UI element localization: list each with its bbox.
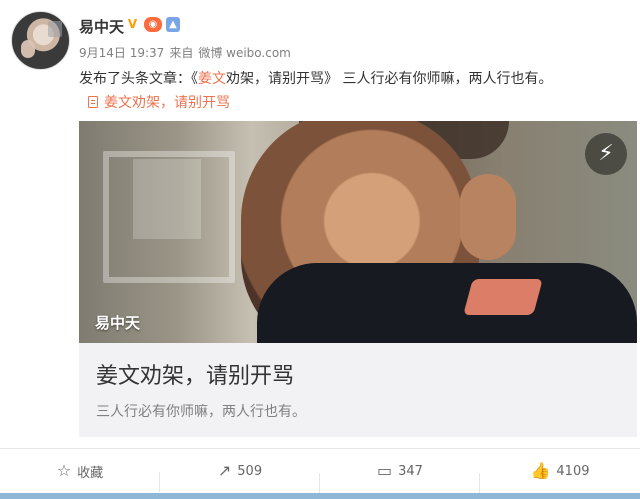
source-prefix: 来自 [169,46,194,60]
article-subtitle: 三人行必有你师嘛，两人行也有。 [96,404,306,420]
repost-button[interactable]: ↗ 509 [160,461,320,493]
background-window-inner [133,159,201,239]
comment-icon: ▭ [377,461,393,480]
action-bar: ☆ 收藏 ↗ 509 ▭ 347 👍 4109 [0,449,640,493]
article-link[interactable]: 姜文劝架，请别开骂 [88,92,230,112]
star-icon: ☆ [56,461,72,480]
article-photo[interactable]: ⚡ 易中天 [79,121,637,343]
photo-caption: 易中天 [95,314,141,332]
article-rest: 劝架，请别开骂》 [226,71,338,87]
badges: V ◉ ▲ [125,17,180,32]
article-highlight[interactable]: 姜文 [198,71,226,87]
post-text-suffix: 三人行必有你师嘛，两人行也有。 [342,71,553,87]
comment-count: 347 [398,463,423,479]
favorite-label: 收藏 [77,465,104,481]
vip-icon: ◉ [144,17,162,32]
article-link-text[interactable]: 姜文劝架，请别开骂 [104,92,230,112]
photo-shoulder [257,263,637,343]
medal-icon: ▲ [166,17,180,32]
repost-icon: ↗ [217,461,232,480]
bottom-bar [0,493,640,499]
post-text: 发布了头条文章：《姜文劝架，请别开骂》 三人行必有你师嘛，两人行也有。 [79,68,552,88]
article-open: 《 [191,71,198,87]
post-meta: 9月14日 19:37 来自 微博 weibo.com [79,44,291,61]
repost-count: 509 [237,463,263,479]
avatar[interactable] [11,11,70,70]
flash-icon[interactable]: ⚡ [585,133,627,175]
avatar-hand [21,40,35,58]
avatar-bg-detail [48,21,62,37]
photo-ear [460,174,516,260]
document-icon [88,96,98,108]
post-text-prefix: 发布了头条文章： [79,71,191,87]
comment-button[interactable]: ▭ 347 [320,461,480,493]
verified-icon: V [127,17,138,31]
post-source[interactable]: 微博 weibo.com [198,44,291,61]
thumbs-up-icon: 👍 [530,461,551,480]
article-card[interactable]: ⚡ 易中天 姜文劝架，请别开骂 三人行必有你师嘛，两人行也有。 [79,121,637,437]
like-count: 4109 [556,463,590,479]
favorite-button[interactable]: ☆ 收藏 [0,461,160,492]
photo-collar [463,279,543,315]
like-button[interactable]: 👍 4109 [480,463,640,479]
article-title[interactable]: 姜文劝架，请别开骂 [96,358,294,390]
post-time[interactable]: 9月14日 19:37 [79,44,164,61]
user-name[interactable]: 易中天 [79,16,124,37]
